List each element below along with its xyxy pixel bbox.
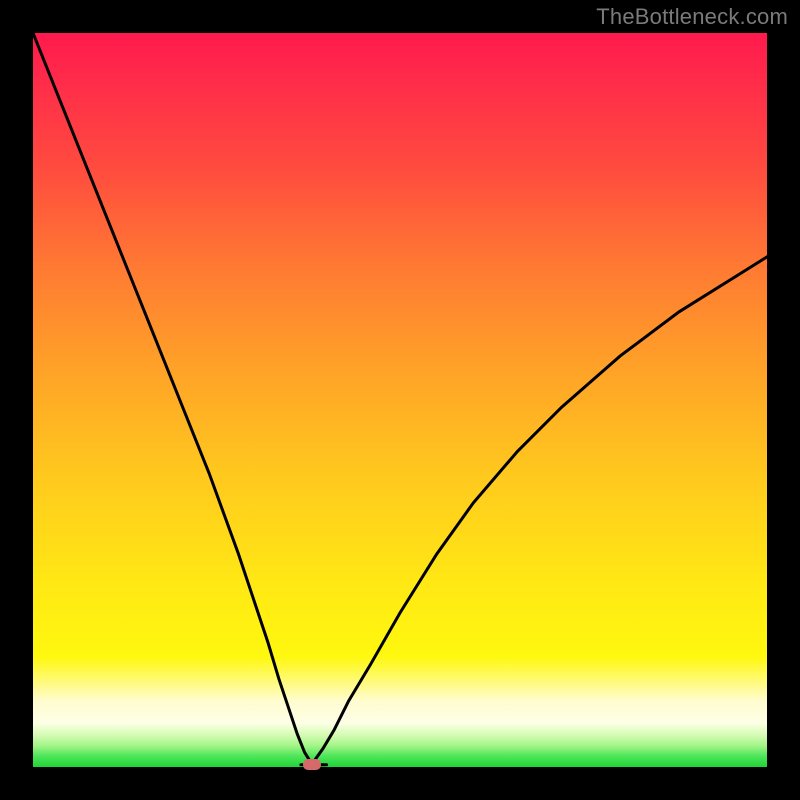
chart-frame: TheBottleneck.com xyxy=(0,0,800,800)
optimum-marker xyxy=(303,759,321,770)
curve-right-branch xyxy=(312,257,767,764)
curve-left-branch xyxy=(33,33,312,764)
bottleneck-curve xyxy=(33,33,767,767)
watermark-text: TheBottleneck.com xyxy=(596,4,788,30)
